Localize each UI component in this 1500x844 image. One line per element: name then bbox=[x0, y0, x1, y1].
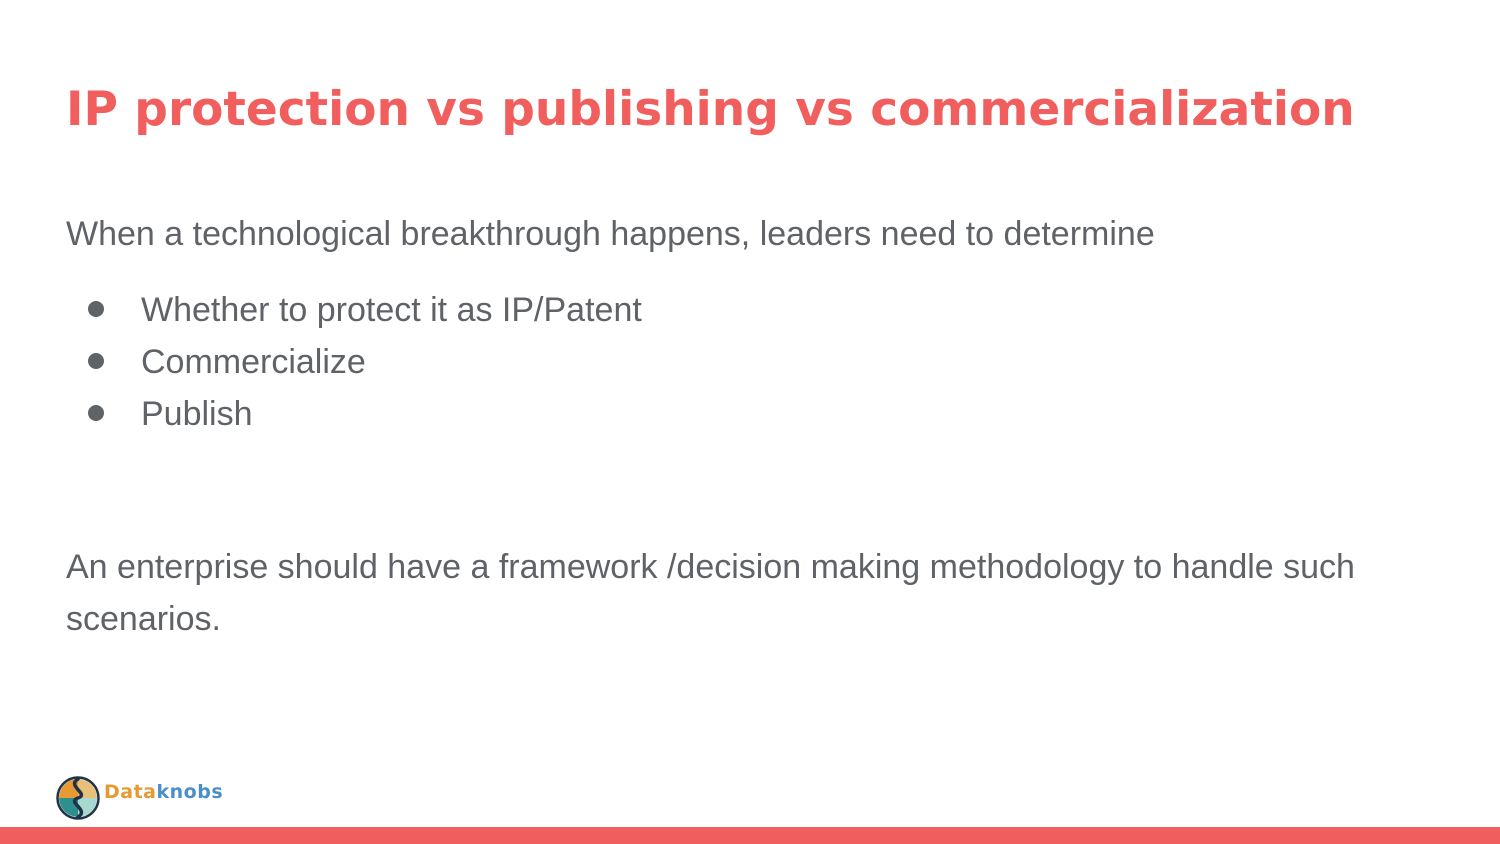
slide: IP protection vs publishing vs commercia… bbox=[0, 0, 1500, 844]
bullet-dot-icon bbox=[88, 353, 104, 369]
bullet-item: Commercialize bbox=[66, 336, 642, 388]
logo-text-data: Data bbox=[104, 781, 157, 803]
bullet-dot-icon bbox=[88, 405, 104, 421]
logo-text-knobs: knobs bbox=[156, 781, 224, 803]
bullet-text: Publish bbox=[141, 395, 253, 433]
bullet-dot-icon bbox=[88, 301, 104, 317]
bottom-accent-bar bbox=[0, 827, 1500, 844]
dataknobs-logo: Dataknobs bbox=[56, 776, 223, 820]
bullet-text: Commercialize bbox=[141, 343, 366, 381]
bullet-item: Publish bbox=[66, 388, 642, 440]
dataknobs-logo-icon bbox=[56, 776, 100, 820]
bullet-item: Whether to protect it as IP/Patent bbox=[66, 284, 642, 336]
slide-title: IP protection vs publishing vs commercia… bbox=[66, 82, 1355, 137]
closing-text: An enterprise should have a framework /d… bbox=[66, 548, 1355, 638]
logo-wordmark: Dataknobs bbox=[104, 781, 223, 803]
bullet-list: Whether to protect it as IP/Patent Comme… bbox=[66, 284, 642, 440]
intro-text: When a technological breakthrough happen… bbox=[66, 215, 1155, 253]
bullet-text: Whether to protect it as IP/Patent bbox=[141, 291, 642, 329]
